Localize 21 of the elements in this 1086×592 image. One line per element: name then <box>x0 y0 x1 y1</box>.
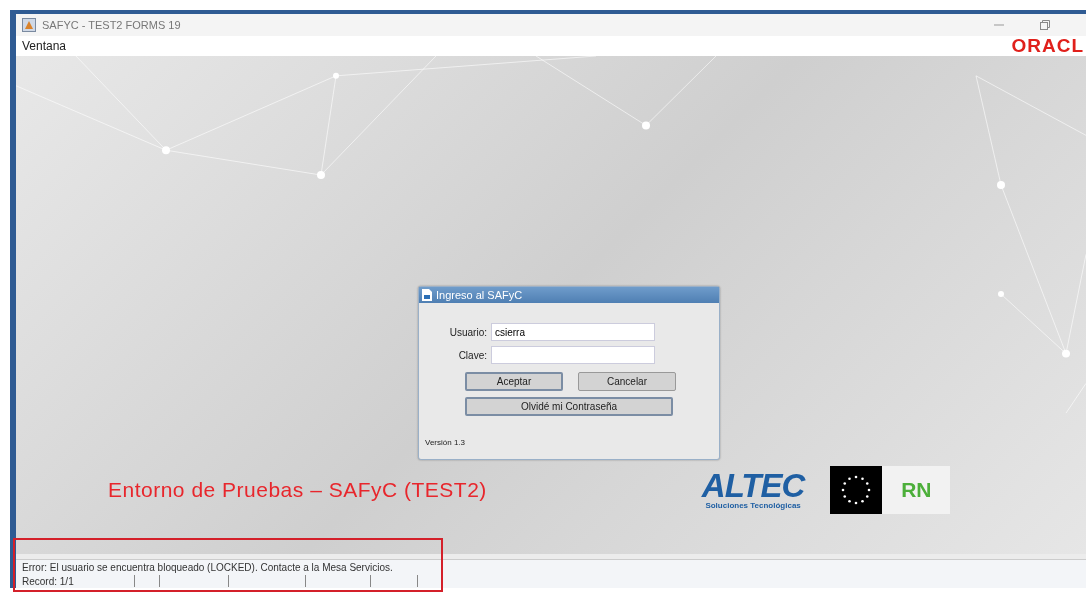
dialog-button[interactable]: Aceptar <box>465 372 563 391</box>
environment-heading: Entorno de Pruebas – SAFyC (TEST2) <box>108 478 487 502</box>
dialog-title: Ingreso al SAFyC <box>436 289 523 301</box>
app-icon <box>22 18 36 32</box>
record-counter: Record: 1/1 <box>21 575 75 587</box>
document-icon <box>422 289 432 301</box>
version-label: Versión 1.3 <box>425 438 467 447</box>
restore-icon[interactable] <box>1040 20 1050 30</box>
menu-item[interactable]: Ventana <box>22 39 67 53</box>
input-field[interactable] <box>491 346 655 364</box>
province-logo: RN <box>882 466 951 514</box>
brand-logo: ORACL <box>1011 35 1084 57</box>
company-tagline: Soluciones Tecnológicas <box>705 500 801 510</box>
company-logo: ALTEC <box>701 470 805 501</box>
window-title: SAFYC - TEST2 FORMS 19 <box>42 19 181 31</box>
field-label: Clave: <box>457 349 487 361</box>
dialog-button[interactable]: Cancelar <box>578 372 676 391</box>
field-label: Usuario: <box>448 326 487 338</box>
status-message: Error: El usuario se encuentra bloqueado (LOCKED). Contacte a la Mesa Servicios. <box>16 559 1086 574</box>
forgot-password-button[interactable]: Olvidé mi Contraseña <box>465 397 673 416</box>
input-field[interactable]: csierra <box>491 323 655 341</box>
